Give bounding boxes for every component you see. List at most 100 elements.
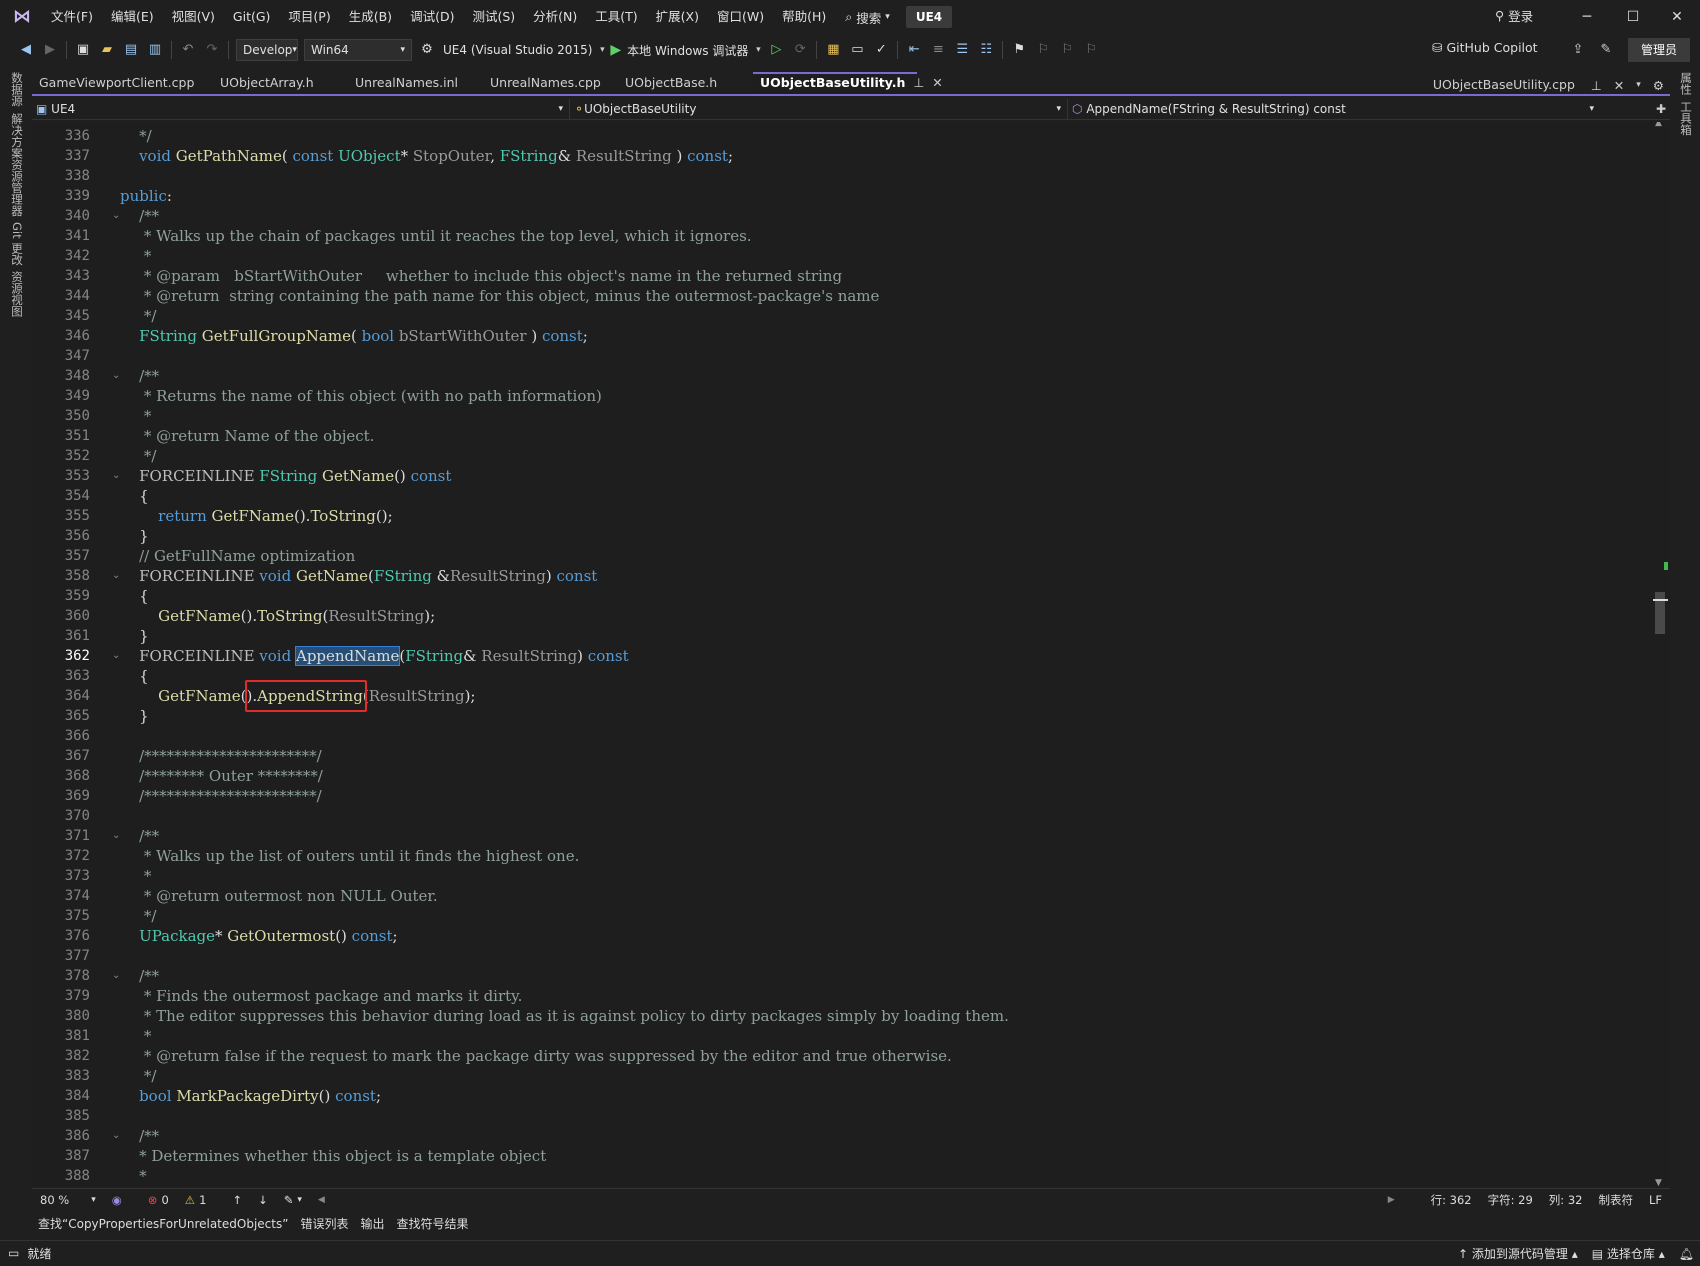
member-select[interactable]: ⬡ AppendName(FString & ResultString) con…: [1068, 99, 1600, 119]
next-bookmark-icon[interactable]: ⚐: [1056, 39, 1078, 61]
code-line[interactable]: {: [120, 486, 149, 506]
bottom-tab[interactable]: 错误列表: [294, 1215, 354, 1232]
code-line[interactable]: {: [120, 666, 149, 686]
copilot-status-icon[interactable]: ◉: [104, 1193, 130, 1207]
format-icon[interactable]: ⇤: [903, 39, 925, 61]
vertical-scrollbar[interactable]: ▲ ▼: [1652, 122, 1668, 1186]
error-count[interactable]: ⊗ 0: [140, 1193, 177, 1207]
spell-check-icon[interactable]: ✓: [870, 39, 892, 61]
close-icon[interactable]: ✕: [932, 75, 942, 90]
code-line[interactable]: * Returns the name of this object (with …: [120, 386, 602, 406]
notifications-bell-icon[interactable]: 🔔︎: [1679, 1247, 1694, 1261]
solution-explorer-icon[interactable]: ▦: [822, 39, 844, 61]
menu-item[interactable]: 项目(P): [279, 0, 339, 34]
login-button[interactable]: ⚲ 登录: [1495, 6, 1533, 25]
code-line[interactable]: */: [120, 1066, 157, 1086]
code-line[interactable]: * Determines whether this object is a te…: [120, 1146, 546, 1166]
menu-item[interactable]: 视图(V): [163, 0, 224, 34]
code-line[interactable]: *: [120, 246, 152, 266]
code-line[interactable]: /**: [120, 206, 159, 226]
code-line[interactable]: void GetPathName( const UObject* StopOut…: [120, 146, 733, 166]
visual-studio-logo-icon[interactable]: ⋈: [10, 6, 34, 28]
bottom-tab[interactable]: 输出: [354, 1215, 390, 1232]
menu-item[interactable]: 测试(S): [463, 0, 524, 34]
back-icon[interactable]: ◀: [15, 39, 37, 61]
start-debugger-button[interactable]: 本地 Windows 调试器: [623, 42, 752, 59]
pin-icon[interactable]: ⊥: [913, 75, 924, 90]
split-editor-icon[interactable]: ✚: [1656, 102, 1666, 116]
close-window-button[interactable]: ✕: [1654, 0, 1700, 34]
code-line[interactable]: FORCEINLINE void GetName(FString &Result…: [120, 566, 597, 586]
left-rail-tab[interactable]: 资源视图: [7, 271, 25, 317]
code-line[interactable]: */: [120, 906, 157, 926]
outdent-icon[interactable]: ☷: [975, 39, 997, 61]
gear-icon[interactable]: ⚙: [1653, 78, 1664, 93]
redo-icon[interactable]: ↷: [201, 39, 223, 61]
code-line[interactable]: * @return string containing the path nam…: [120, 286, 880, 306]
code-line[interactable]: * Walks up the chain of packages until i…: [120, 226, 752, 246]
code-cleanup-icon[interactable]: ✎ ▾: [276, 1193, 310, 1207]
scroll-right-arrow[interactable]: ▶: [1380, 1195, 1403, 1205]
menu-item[interactable]: 文件(F): [42, 0, 102, 34]
code-line[interactable]: UPackage* GetOutermost() const;: [120, 926, 397, 946]
hot-reload-icon[interactable]: ⟳: [789, 39, 811, 61]
minimize-button[interactable]: ─: [1564, 0, 1610, 34]
scope-select[interactable]: ⚬UObjectBaseUtility ▾: [570, 98, 1068, 119]
code-line[interactable]: bool MarkPackageDirty() const;: [120, 1086, 381, 1106]
code-editor[interactable]: 336 337 338 339 340 ⌄ 341 342 343 344 345 346 347 348…: [32, 122, 1670, 1186]
code-line[interactable]: * The editor suppresses this behavior du…: [120, 1006, 1009, 1026]
tab-document[interactable]: UnrealNames.cpp: [483, 72, 618, 94]
save-all-icon[interactable]: ▥: [144, 39, 166, 61]
code-line[interactable]: /**: [120, 826, 159, 846]
code-line[interactable]: *: [120, 866, 152, 886]
right-rail-tab[interactable]: 属性: [1676, 72, 1694, 95]
right-rail-tab[interactable]: 工具箱: [1676, 101, 1694, 136]
forward-icon[interactable]: ▶: [39, 39, 61, 61]
start-debugging-icon[interactable]: ▶: [610, 42, 621, 58]
left-rail-tab[interactable]: 数据源: [7, 72, 25, 107]
code-line[interactable]: // GetFullName optimization: [120, 546, 355, 566]
code-line[interactable]: public:: [120, 186, 172, 206]
tabs-indicator[interactable]: 制表符: [1590, 1192, 1641, 1208]
feedback-icon[interactable]: ✎: [1595, 39, 1617, 61]
zoom-select[interactable]: 80 % ▾: [32, 1193, 104, 1207]
column-indicator[interactable]: 列: 32: [1541, 1192, 1591, 1208]
char-indicator[interactable]: 字符: 29: [1480, 1192, 1541, 1208]
code-line[interactable]: *: [120, 406, 152, 426]
open-folder-icon[interactable]: ▰: [96, 39, 118, 61]
code-line[interactable]: * Walks up the list of outers until it f…: [120, 846, 580, 866]
code-line[interactable]: FORCEINLINE FString GetName() const: [120, 466, 451, 486]
tab-document[interactable]: UObjectBase.h: [618, 72, 753, 94]
chevron-down-icon[interactable]: ▾: [753, 39, 763, 61]
code-line[interactable]: /******** Outer ********/: [120, 766, 323, 786]
search-button[interactable]: ⌕ 搜索 ▾: [835, 8, 900, 27]
maximize-button[interactable]: ☐: [1610, 0, 1656, 34]
share-icon[interactable]: ⇪: [1567, 39, 1589, 61]
tab-document[interactable]: GameViewportClient.cpp: [32, 72, 213, 94]
code-line[interactable]: */: [120, 126, 152, 146]
menu-item[interactable]: 帮助(H): [773, 0, 835, 34]
indent-icon[interactable]: ☰: [951, 39, 973, 61]
code-line[interactable]: */: [120, 306, 157, 326]
bookmark-icon[interactable]: ⚑: [1008, 39, 1030, 61]
previous-bookmark-icon[interactable]: ⚐: [1032, 39, 1054, 61]
tab-document[interactable]: UObjectArray.h: [213, 72, 348, 94]
previous-issue-icon[interactable]: ↑: [224, 1193, 250, 1207]
undo-icon[interactable]: ↶: [177, 39, 199, 61]
code-line[interactable]: /***********************/: [120, 786, 322, 806]
pin-icon[interactable]: ⊥: [1591, 78, 1602, 93]
code-line[interactable]: /***********************/: [120, 746, 322, 766]
warning-count[interactable]: ⚠ 1: [177, 1193, 215, 1207]
code-line[interactable]: }: [120, 626, 149, 646]
left-rail-tab[interactable]: 解决方案资源管理器: [7, 113, 25, 217]
code-line[interactable]: * @return outermost non NULL Outer.: [120, 886, 438, 906]
code-line[interactable]: * @param bStartWithOuter whether to incl…: [120, 266, 842, 286]
tab-document[interactable]: UnrealNames.inl: [348, 72, 483, 94]
scroll-up-arrow[interactable]: ▲: [1655, 122, 1662, 128]
window-layout-icon[interactable]: ▭: [846, 39, 868, 61]
next-issue-icon[interactable]: ↓: [250, 1193, 276, 1207]
startup-project-select[interactable]: UE4 (Visual Studio 2015): [439, 43, 596, 57]
code-line[interactable]: * @return Name of the object.: [120, 426, 375, 446]
close-icon[interactable]: ✕: [1614, 78, 1624, 93]
platform-select[interactable]: Win64 ▾: [304, 39, 412, 61]
